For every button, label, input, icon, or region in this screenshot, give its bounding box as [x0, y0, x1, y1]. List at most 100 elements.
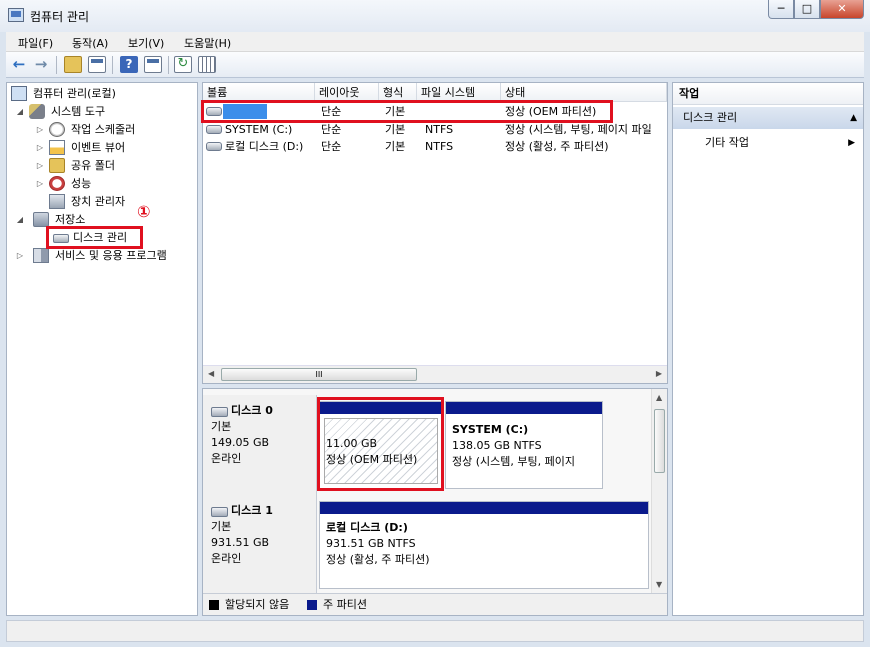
- tree-item-root[interactable]: 컴퓨터 관리(로컬): [11, 85, 191, 103]
- performance-icon: [49, 176, 65, 191]
- toolbar-separator: [112, 56, 113, 74]
- disk-icon: [53, 234, 69, 243]
- column-header-volume[interactable]: 볼륨: [203, 83, 315, 102]
- column-header-type[interactable]: 형식: [379, 83, 417, 102]
- expand-arrow-icon[interactable]: ▷: [35, 175, 45, 193]
- scroll-down-icon[interactable]: ▼: [656, 580, 662, 589]
- scroll-thumb[interactable]: [654, 409, 665, 473]
- tree-item-performance[interactable]: ▷ 성능: [35, 175, 191, 193]
- tree-item-label: 디스크 관리: [73, 231, 128, 244]
- table-row[interactable]: SYSTEM (C:) 단순 기본 NTFS 정상 (시스템, 부팅, 페이지 …: [203, 121, 667, 138]
- partition-title: SYSTEM (C:): [452, 423, 529, 436]
- help-icon[interactable]: ?: [120, 56, 138, 73]
- tree-item-shared-folders[interactable]: ▷ 공유 폴더: [35, 157, 191, 175]
- collapse-arrow-icon[interactable]: ◢: [15, 211, 25, 229]
- cell-type: 기본: [385, 123, 406, 136]
- partition-local-d[interactable]: 로컬 디스크 (D:) 931.51 GB NTFS 정상 (활성, 주 파티션…: [319, 501, 649, 589]
- cell-volume: SYSTEM (C:): [225, 123, 293, 136]
- clock-icon: [49, 122, 65, 137]
- menu-bar: 파일(F) 동작(A) 보기(V) 도움말(H): [6, 32, 864, 52]
- window-controls: ─ □ ✕: [768, 0, 864, 19]
- toolbar-separator: [168, 56, 169, 74]
- vertical-scrollbar[interactable]: ▲ ▼: [651, 389, 667, 593]
- table-row[interactable]: 로컬 디스크 (D:) 단순 기본 NTFS 정상 (활성, 주 파티션): [203, 138, 667, 155]
- column-header-layout[interactable]: 레이아웃: [315, 83, 379, 102]
- column-header-status[interactable]: 상태: [501, 83, 667, 102]
- expand-arrow-icon[interactable]: ▷: [35, 139, 45, 157]
- partition-size: 138.05 GB NTFS: [452, 439, 542, 452]
- tree-item-storage[interactable]: ◢ 저장소: [15, 211, 191, 229]
- cell-layout: 단순: [321, 105, 342, 118]
- unallocated-swatch: [209, 600, 219, 610]
- back-arrow-icon[interactable]: ←: [10, 56, 28, 73]
- partition-system-c[interactable]: SYSTEM (C:) 138.05 GB NTFS 정상 (시스템, 부팅, …: [445, 401, 603, 489]
- tree-item-label: 이벤트 뷰어: [71, 141, 126, 154]
- refresh-icon[interactable]: ↻: [174, 56, 192, 73]
- collapse-up-icon[interactable]: ▲: [850, 107, 857, 129]
- expand-arrow-icon[interactable]: ▷: [35, 121, 45, 139]
- scroll-up-icon[interactable]: ▲: [656, 393, 662, 402]
- disk-name: 디스크 0: [211, 403, 316, 419]
- computer-management-icon: [8, 8, 24, 22]
- tree-item-system-tools[interactable]: ◢ 시스템 도구: [15, 103, 191, 121]
- tree-item-label: 저장소: [55, 213, 86, 226]
- disk-state: 온라인: [211, 552, 242, 565]
- expand-arrow-icon[interactable]: ▷: [15, 247, 25, 265]
- list-header: 볼륨 레이아웃 형식 파일 시스템 상태: [203, 83, 667, 102]
- tree-item-task-scheduler[interactable]: ▷ 작업 스케줄러: [35, 121, 191, 139]
- scroll-left-icon[interactable]: ◀: [208, 369, 214, 378]
- more-actions-label: 기타 작업: [705, 136, 749, 149]
- partition-info: 로컬 디스크 (D:) 931.51 GB NTFS 정상 (활성, 주 파티션…: [326, 520, 644, 568]
- cell-volume: 로컬 디스크 (D:): [225, 140, 304, 153]
- cell-filesystem: NTFS: [425, 123, 454, 136]
- menu-view[interactable]: 보기(V): [128, 35, 164, 51]
- show-hide-action-pane-icon[interactable]: [144, 56, 162, 73]
- tree-item-services[interactable]: ▷ 서비스 및 응용 프로그램: [15, 247, 195, 265]
- tree-item-device-manager[interactable]: 장치 관리자: [49, 193, 191, 211]
- horizontal-scrollbar[interactable]: ◀ III ▶: [203, 365, 667, 383]
- disk-graphical-view: 디스크 0 기본 149.05 GB 온라인 11.00 GB 정상 (OEM …: [202, 388, 668, 616]
- tools-icon: [29, 104, 45, 119]
- menu-help[interactable]: 도움말(H): [184, 35, 231, 51]
- tree-item-label: 시스템 도구: [51, 105, 106, 118]
- export-list-icon[interactable]: [198, 56, 216, 73]
- disk-1-label[interactable]: 디스크 1 기본 931.51 GB 온라인: [203, 495, 317, 593]
- cell-type: 기본: [385, 140, 406, 153]
- partition-info: SYSTEM (C:) 138.05 GB NTFS 정상 (시스템, 부팅, …: [452, 422, 598, 470]
- forward-arrow-icon[interactable]: →: [32, 56, 50, 73]
- volume-icon: [206, 107, 222, 116]
- table-row[interactable]: 단순 기본 정상 (OEM 파티션): [203, 103, 667, 120]
- submenu-arrow-icon: ▶: [848, 138, 855, 148]
- tree-item-disk-management[interactable]: 디스크 관리: [53, 229, 143, 247]
- more-actions-item[interactable]: 기타 작업 ▶: [705, 133, 855, 153]
- partition-size: 931.51 GB NTFS: [326, 537, 416, 550]
- expand-arrow-icon[interactable]: ▷: [35, 157, 45, 175]
- actions-section-label: 디스크 관리: [683, 111, 738, 124]
- volume-list: 볼륨 레이아웃 형식 파일 시스템 상태 단순 기본 정상 (OEM 파티션) …: [201, 82, 668, 384]
- actions-section-disk-management[interactable]: 디스크 관리 ▲: [673, 107, 863, 129]
- cell-status: 정상 (OEM 파티션): [505, 105, 597, 118]
- show-hide-tree-icon[interactable]: [88, 56, 106, 73]
- annotation-number: ①: [137, 202, 151, 221]
- maximize-button[interactable]: □: [794, 0, 820, 19]
- volume-icon: [206, 125, 222, 134]
- cell-filesystem: NTFS: [425, 140, 454, 153]
- disk-size: 931.51 GB: [211, 536, 270, 549]
- volume-icon: [206, 142, 222, 151]
- minimize-button[interactable]: ─: [768, 0, 794, 19]
- menu-action[interactable]: 동작(A): [72, 35, 108, 51]
- menu-file[interactable]: 파일(F): [18, 35, 53, 51]
- cell-layout: 단순: [321, 140, 342, 153]
- scroll-thumb[interactable]: III: [221, 368, 417, 381]
- collapse-arrow-icon[interactable]: ◢: [15, 103, 25, 121]
- disk-0-label[interactable]: 디스크 0 기본 149.05 GB 온라인: [203, 395, 317, 495]
- close-button[interactable]: ✕: [820, 0, 864, 19]
- partition-status: 정상 (OEM 파티션): [326, 453, 418, 466]
- legend-unallocated: 할당되지 않음: [225, 598, 290, 611]
- tree-item-label: 작업 스케줄러: [71, 123, 136, 136]
- scroll-right-icon[interactable]: ▶: [656, 369, 662, 378]
- partition-oem[interactable]: 11.00 GB 정상 (OEM 파티션): [319, 401, 443, 489]
- up-folder-icon[interactable]: [64, 56, 82, 73]
- column-header-filesystem[interactable]: 파일 시스템: [417, 83, 501, 102]
- tree-item-event-viewer[interactable]: ▷ 이벤트 뷰어: [35, 139, 191, 157]
